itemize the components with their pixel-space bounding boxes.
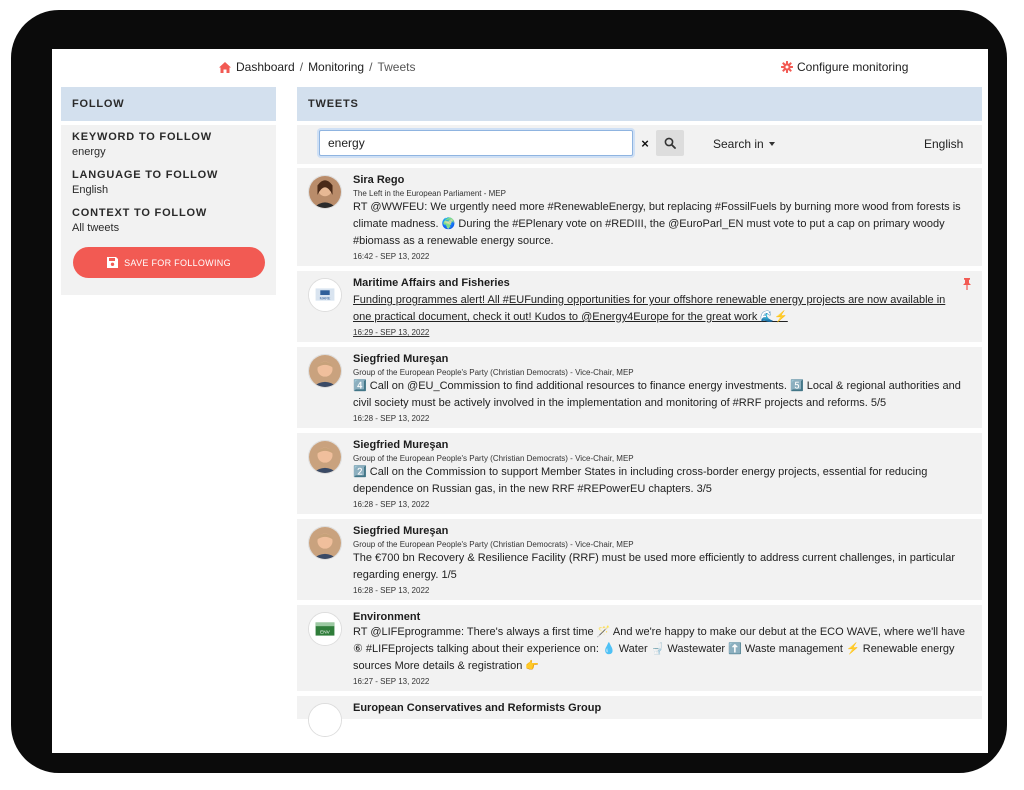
- close-icon: ×: [641, 135, 649, 151]
- context-label: CONTEXT TO FOLLOW: [72, 207, 207, 219]
- tweet-author: Environment: [353, 611, 421, 623]
- tweets-panel: TWEETS × Search in English: [297, 87, 982, 737]
- tweet-author: European Conservatives and Reformists Gr…: [353, 702, 602, 714]
- follow-header: FOLLOW: [61, 87, 276, 121]
- home-icon: [219, 61, 231, 73]
- tweet-author: Sira Rego: [353, 174, 405, 186]
- tweet-timestamp: 16:42 - SEP 13, 2022: [353, 252, 430, 261]
- tweet-text-link[interactable]: Funding programmes alert! All #EUFunding…: [353, 292, 966, 326]
- breadcrumb-separator: /: [299, 60, 304, 74]
- tweet-author: Maritime Affairs and Fisheries: [353, 277, 510, 289]
- save-for-following-button[interactable]: SAVE FOR FOLLOWING: [73, 247, 265, 278]
- language-label: LANGUAGE TO FOLLOW: [72, 169, 219, 181]
- avatar-logo-text: ENV: [320, 630, 331, 635]
- follow-panel: FOLLOW KEYWORD TO FOLLOW energy LANGUAGE…: [61, 87, 276, 295]
- search-in-label: Search in: [713, 137, 764, 151]
- tweet-text: RT @LIFEprogramme: There's always a firs…: [353, 626, 965, 672]
- tweet-timestamp: 16:28 - SEP 13, 2022: [353, 500, 430, 509]
- tweets-header: TWEETS: [297, 87, 982, 121]
- language-selector[interactable]: English: [924, 137, 963, 151]
- tweet-card[interactable]: Siegfried Mureşan Group of the European …: [297, 433, 982, 514]
- save-for-following-label: SAVE FOR FOLLOWING: [124, 257, 231, 268]
- search-button[interactable]: [656, 130, 684, 156]
- keyword-label: KEYWORD TO FOLLOW: [72, 131, 212, 143]
- configure-monitoring-label: Configure monitoring: [797, 60, 909, 74]
- avatar: [308, 703, 342, 737]
- tweet-card[interactable]: Siegfried Mureşan Group of the European …: [297, 519, 982, 600]
- avatar: [308, 175, 342, 209]
- gear-icon: [781, 61, 793, 73]
- configure-monitoring-link[interactable]: Configure monitoring: [781, 60, 908, 74]
- app-screen: Dashboard / Monitoring / Tweets Configur…: [52, 49, 988, 753]
- search-bar: × Search in English: [297, 125, 982, 164]
- search-icon: [664, 137, 676, 149]
- follow-settings: KEYWORD TO FOLLOW energy LANGUAGE TO FOL…: [61, 125, 276, 295]
- search-input[interactable]: [319, 130, 633, 156]
- tweet-text: The €700 bn Recovery & Resilience Facili…: [353, 552, 956, 581]
- tablet-frame: Dashboard / Monitoring / Tweets Configur…: [11, 10, 1007, 773]
- tweet-card[interactable]: Siegfried Mureşan Group of the European …: [297, 347, 982, 428]
- tweet-author: Siegfried Mureşan: [353, 439, 449, 451]
- tweet-text: 2️⃣ Call on the Commission to support Me…: [353, 466, 928, 495]
- tweet-timestamp: 16:28 - SEP 13, 2022: [353, 414, 430, 423]
- save-icon: [107, 257, 119, 268]
- breadcrumb-dashboard-link[interactable]: Dashboard: [236, 60, 295, 74]
- caret-down-icon: [768, 142, 775, 146]
- clear-search-button[interactable]: ×: [634, 130, 656, 156]
- breadcrumb-monitoring-link[interactable]: Monitoring: [308, 60, 364, 74]
- tweet-card[interactable]: MARE Maritime Affairs and Fisheries Fund…: [297, 271, 982, 342]
- tweet-affiliation: The Left in the European Parliament - ME…: [353, 189, 506, 198]
- avatar-logo-text: MARE: [320, 297, 331, 301]
- pin-icon[interactable]: [962, 278, 972, 290]
- avatar: [308, 526, 342, 560]
- language-value: English: [72, 184, 109, 196]
- tweet-list: Sira Rego The Left in the European Parli…: [297, 168, 982, 737]
- tweet-timestamp: 16:28 - SEP 13, 2022: [353, 586, 430, 595]
- tweet-author: Siegfried Mureşan: [353, 353, 449, 365]
- context-value: All tweets: [72, 222, 120, 234]
- top-bar: Dashboard / Monitoring / Tweets Configur…: [52, 49, 988, 85]
- avatar: [308, 440, 342, 474]
- avatar: ENV: [308, 612, 342, 646]
- breadcrumb: Dashboard / Monitoring / Tweets: [219, 60, 415, 74]
- tweet-card[interactable]: European Conservatives and Reformists Gr…: [297, 696, 982, 737]
- tweet-text: RT @WWFEU: We urgently need more #Renewa…: [353, 201, 961, 247]
- tweet-author: Siegfried Mureşan: [353, 525, 449, 537]
- tweet-affiliation: Group of the European People's Party (Ch…: [353, 540, 634, 549]
- avatar: MARE: [308, 278, 342, 312]
- breadcrumb-current: Tweets: [377, 60, 416, 74]
- search-in-dropdown[interactable]: Search in: [713, 137, 775, 151]
- tweet-card[interactable]: ENV Environment RT @LIFEprogramme: There…: [297, 605, 982, 691]
- tweet-timestamp-link[interactable]: 16:29 - SEP 13, 2022: [353, 328, 966, 337]
- tweet-text: 4️⃣ Call on @EU_Commission to find addit…: [353, 380, 961, 409]
- tweet-timestamp: 16:27 - SEP 13, 2022: [353, 677, 430, 686]
- keyword-value: energy: [72, 146, 106, 158]
- breadcrumb-separator: /: [369, 60, 373, 74]
- avatar: [308, 354, 342, 388]
- tweet-affiliation: Group of the European People's Party (Ch…: [353, 454, 634, 463]
- tweet-card[interactable]: Sira Rego The Left in the European Parli…: [297, 168, 982, 266]
- tweet-affiliation: Group of the European People's Party (Ch…: [353, 368, 634, 377]
